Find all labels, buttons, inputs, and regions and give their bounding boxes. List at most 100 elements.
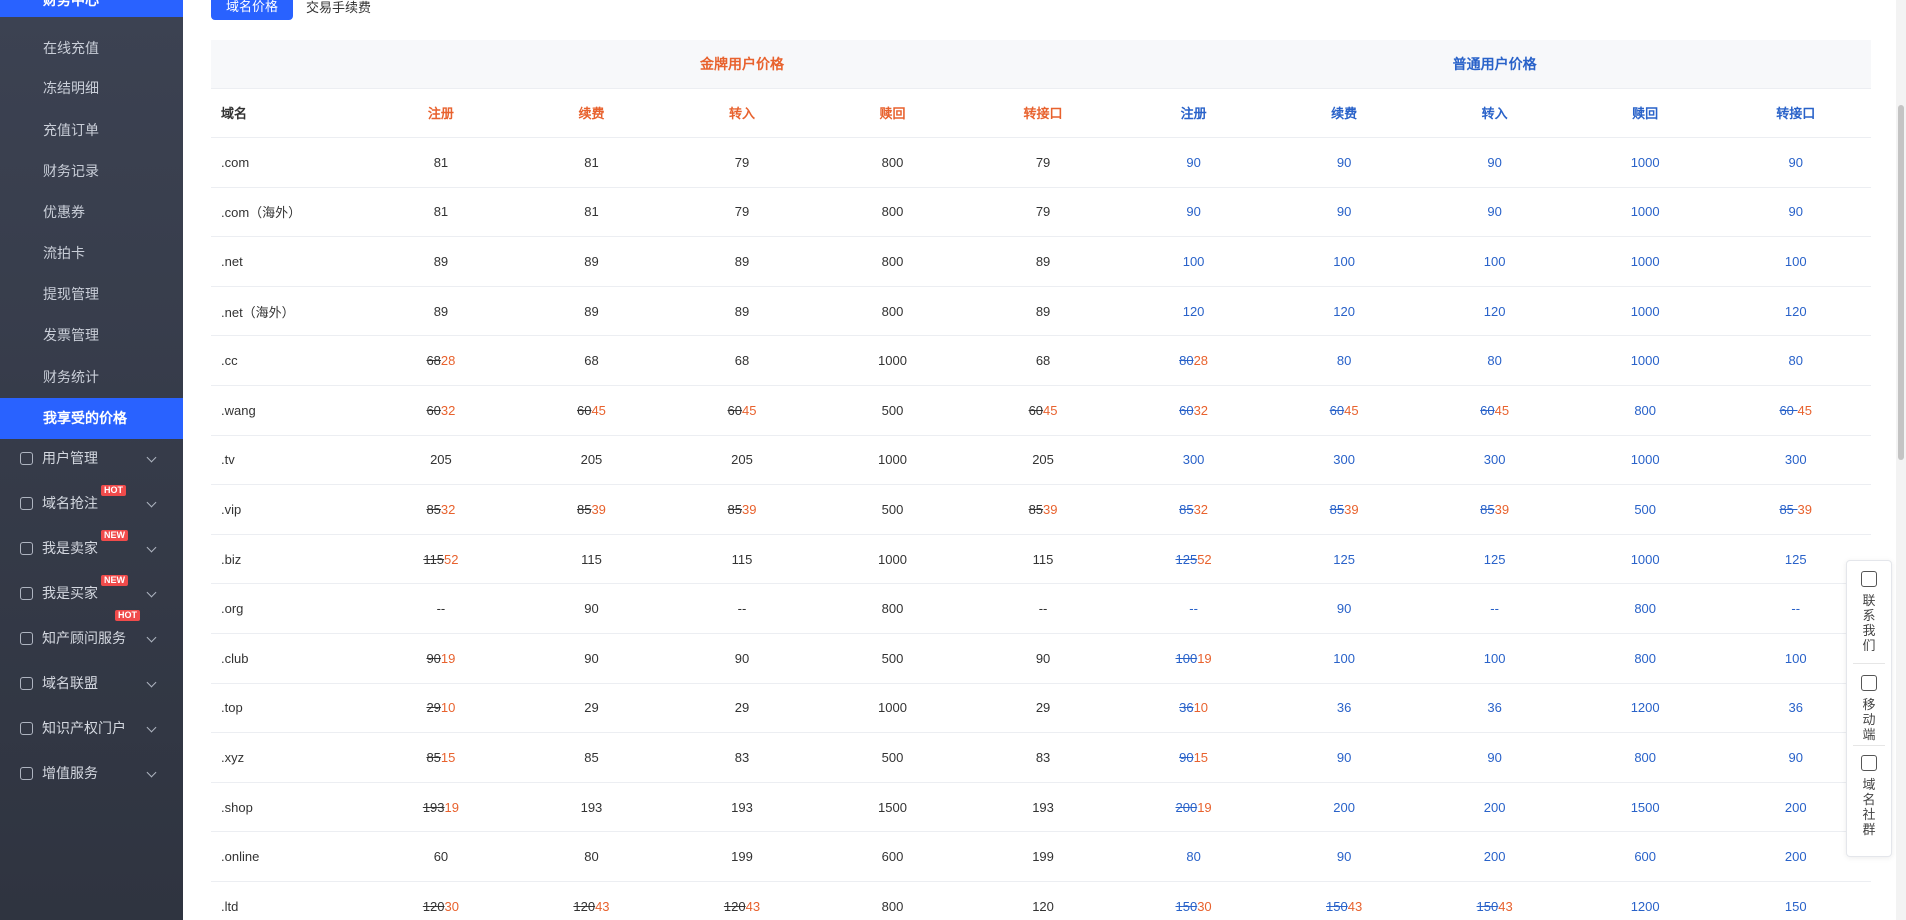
float-item-0[interactable]: 联系我们 bbox=[1847, 571, 1891, 653]
price-cell: 800 bbox=[817, 881, 968, 920]
price-value: 60 bbox=[727, 402, 742, 418]
scroll-thumb[interactable] bbox=[1898, 105, 1904, 460]
price-cell: 89 bbox=[365, 236, 517, 287]
price-value: 85 bbox=[576, 502, 592, 518]
domain-name: .biz bbox=[211, 534, 366, 585]
sidebar-subitem-5[interactable]: 流拍卡 bbox=[0, 233, 183, 274]
price-value: 193 bbox=[422, 799, 445, 815]
price-cell: 205 bbox=[516, 435, 667, 486]
price-value: 80 bbox=[1487, 353, 1502, 369]
price-cell: 20019 bbox=[1118, 782, 1269, 833]
sidebar-menu-6[interactable]: 知识产权门户 bbox=[0, 706, 183, 751]
price-cell: 120 bbox=[1720, 286, 1871, 337]
price-value: 60 bbox=[1779, 402, 1798, 418]
price-cell: 1000 bbox=[1569, 137, 1721, 188]
price-value: 500 bbox=[881, 502, 904, 518]
col-header-5: 转接口 bbox=[967, 88, 1119, 139]
price-cell: 8539 bbox=[967, 484, 1119, 535]
price-cell: 81 bbox=[516, 137, 667, 188]
price-cell: 205 bbox=[666, 435, 818, 486]
price-value: 800 bbox=[881, 898, 904, 914]
price-value: 300 bbox=[1483, 452, 1506, 468]
discount-price: 39 bbox=[1043, 502, 1058, 518]
price-cell: 800 bbox=[1569, 633, 1721, 684]
price-value: 80 bbox=[1186, 849, 1201, 865]
col-header-7: 续费 bbox=[1268, 88, 1420, 139]
price-value: -- bbox=[1038, 601, 1048, 617]
price-cell: 800 bbox=[817, 236, 968, 287]
price-cell: -- bbox=[1118, 583, 1269, 635]
price-value: 89 bbox=[584, 254, 599, 270]
price-cell: 500 bbox=[1569, 484, 1721, 535]
price-value: 90 bbox=[1336, 601, 1352, 617]
float-item-2[interactable]: 域名社群 bbox=[1847, 755, 1891, 837]
sidebar-section-finance[interactable]: 财务中心 bbox=[0, 0, 183, 17]
discount-price: 45 bbox=[591, 402, 606, 418]
domain-name: .com（海外） bbox=[211, 187, 366, 238]
price-cell: 80 bbox=[1118, 831, 1269, 882]
table-row: .top 2910 29 29 1000 29 3610 36 36 1200 36 bbox=[211, 683, 1871, 734]
price-value: 205 bbox=[580, 452, 603, 468]
col-header-6: 注册 bbox=[1118, 88, 1269, 139]
sidebar-subitem-6[interactable]: 提现管理 bbox=[0, 274, 183, 315]
price-value: 90 bbox=[1035, 650, 1051, 666]
price-value: 85 bbox=[1028, 502, 1044, 518]
sidebar-subitem-0[interactable]: 在线充值 bbox=[0, 28, 183, 69]
sidebar-subitem-9[interactable]: 我享受的价格 bbox=[0, 398, 183, 439]
price-value: 200 bbox=[1784, 799, 1807, 815]
price-cell: 800 bbox=[817, 583, 968, 635]
tab-domain-price[interactable]: 域名价格 bbox=[211, 0, 293, 20]
tab-transaction-fee[interactable]: 交易手续费 bbox=[306, 0, 371, 16]
price-value: 100 bbox=[1333, 254, 1355, 270]
sidebar-menu-label: 增值服务 bbox=[42, 765, 98, 781]
sidebar-subitem-7[interactable]: 发票管理 bbox=[0, 315, 183, 356]
table-row: .com 81 81 79 800 79 90 90 90 1000 90 bbox=[211, 137, 1871, 188]
price-value: 29 bbox=[584, 700, 599, 716]
price-cell: 89 bbox=[967, 286, 1119, 337]
price-cell: 200 bbox=[1268, 782, 1420, 833]
price-value: 800 bbox=[1634, 750, 1657, 766]
table-row: .net（海外） 89 89 89 800 89 120 120 120 1000 120 bbox=[211, 286, 1871, 337]
menu-icon bbox=[20, 767, 33, 780]
price-cell: 500 bbox=[817, 385, 968, 436]
sidebar-menu-3[interactable]: 我是买家 NEW bbox=[0, 571, 183, 616]
price-cell: 79 bbox=[666, 137, 818, 188]
price-cell: 600 bbox=[1569, 831, 1721, 882]
domain-name: .tv bbox=[211, 435, 366, 486]
discount-price: 32 bbox=[440, 402, 456, 418]
price-value: 600 bbox=[1634, 849, 1657, 865]
sidebar-subitem-8[interactable]: 财务统计 bbox=[0, 357, 183, 398]
price-value: 1500 bbox=[1630, 799, 1660, 815]
price-value: 85 bbox=[1329, 502, 1345, 518]
price-value: 89 bbox=[1035, 303, 1051, 319]
price-cell: 90 bbox=[1268, 732, 1420, 783]
sidebar-menu-7[interactable]: 增值服务 bbox=[0, 751, 183, 796]
price-value: 81 bbox=[433, 154, 449, 170]
sidebar-menu-4[interactable]: 知产顾问服务 HOT bbox=[0, 610, 183, 661]
price-value: 600 bbox=[881, 849, 904, 865]
price-value: 1000 bbox=[1630, 204, 1660, 220]
domain-name: .shop bbox=[211, 782, 366, 833]
sidebar-menu-1[interactable]: 域名抢注 HOT bbox=[0, 481, 183, 526]
discount-price: 45 bbox=[1797, 402, 1812, 418]
sidebar-menu-0[interactable]: 用户管理 bbox=[0, 436, 183, 481]
price-value: 500 bbox=[881, 402, 904, 418]
sidebar-subitem-1[interactable]: 冻结明细 bbox=[0, 68, 183, 109]
sidebar-menu-2[interactable]: 我是卖家 NEW bbox=[0, 526, 183, 571]
discount-price: 10 bbox=[440, 700, 456, 716]
price-cell: 205 bbox=[967, 435, 1119, 486]
sidebar-menu-5[interactable]: 域名联盟 bbox=[0, 661, 183, 706]
sidebar-subitem-4[interactable]: 优惠券 bbox=[0, 192, 183, 233]
scrollbar[interactable] bbox=[1896, 0, 1906, 920]
sidebar-subitem-2[interactable]: 充值订单 bbox=[0, 110, 183, 151]
discount-price: 45 bbox=[1344, 402, 1359, 418]
price-cell: 800 bbox=[1569, 583, 1721, 635]
price-cell: 800 bbox=[1569, 385, 1721, 436]
chevron-down-icon bbox=[146, 542, 157, 553]
price-cell: 12030 bbox=[365, 881, 517, 920]
sidebar-subitem-3[interactable]: 财务记录 bbox=[0, 151, 183, 192]
price-value: 60 bbox=[1329, 402, 1345, 418]
float-item-1[interactable]: 移动端 bbox=[1847, 675, 1891, 742]
price-cell: 90 bbox=[516, 633, 667, 684]
price-value: 120 bbox=[723, 898, 746, 914]
